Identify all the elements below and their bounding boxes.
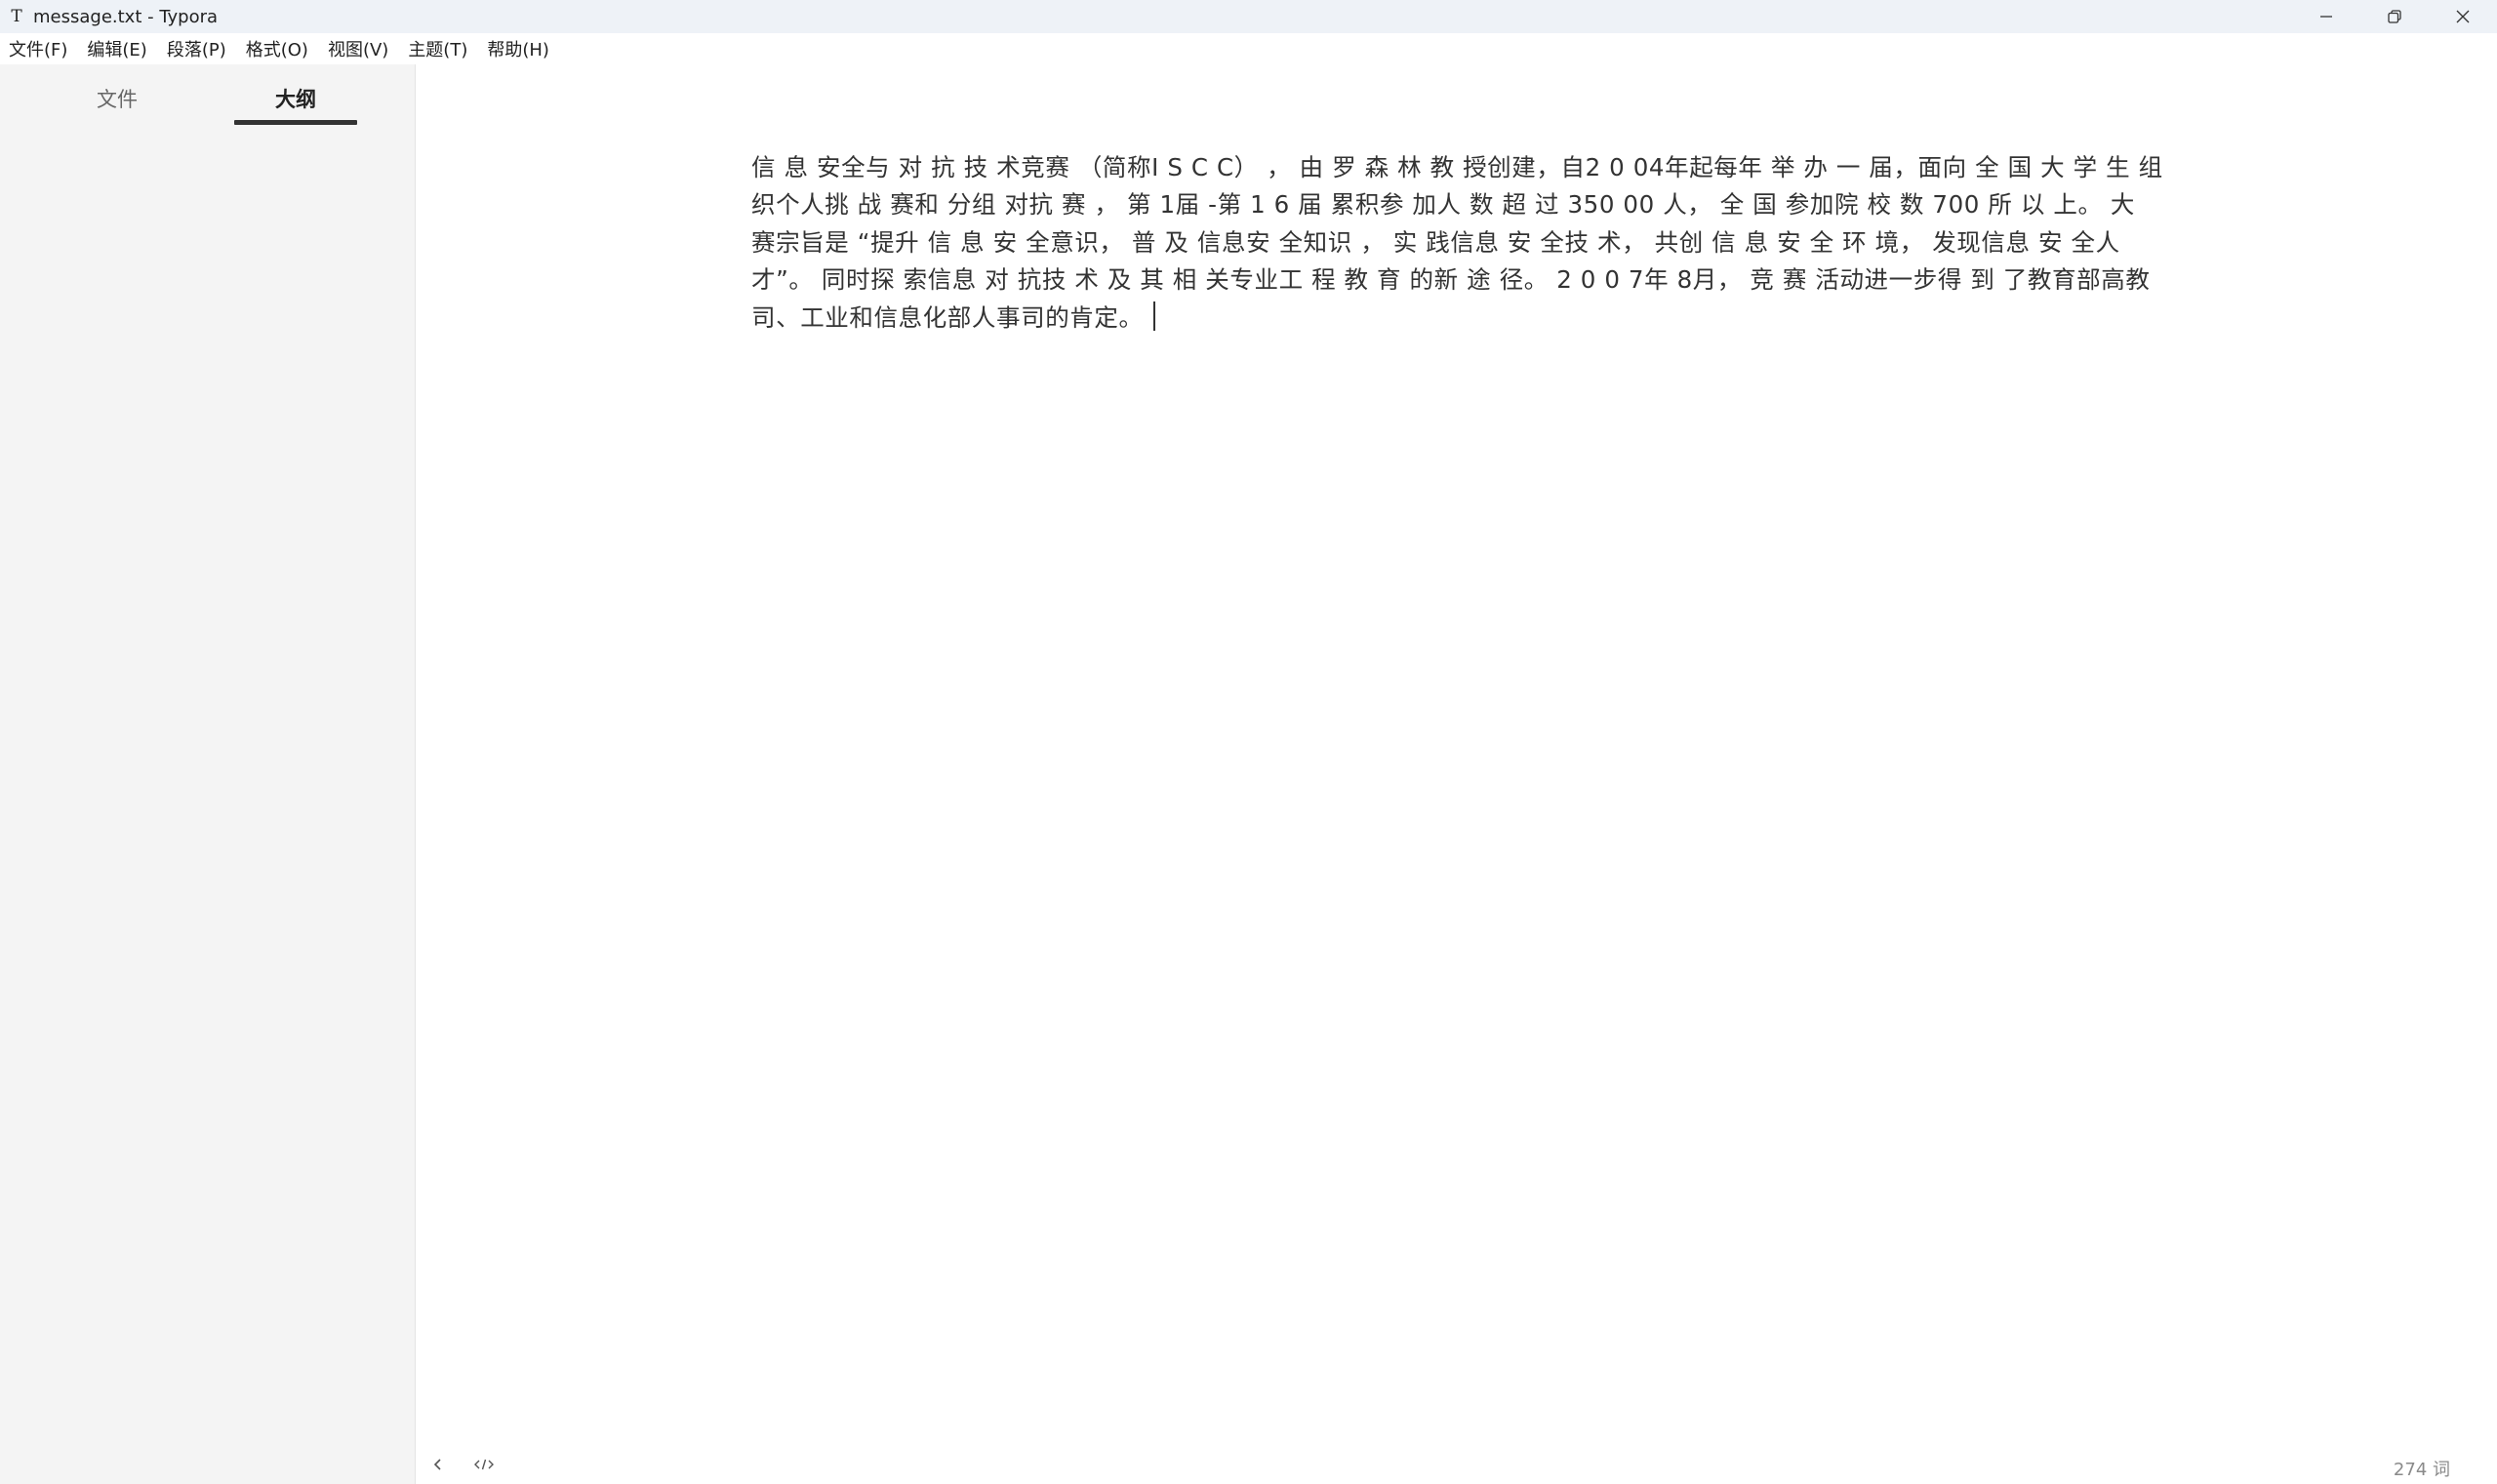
text-cursor [1152,301,1155,331]
close-icon [2456,10,2470,23]
tab-outline[interactable]: 大纲 [234,84,357,125]
menu-help[interactable]: 帮助(H) [477,32,559,65]
sidebar-tabs: 文件 大纲 [0,64,415,133]
minimize-button[interactable] [2292,0,2360,33]
document-paragraph[interactable]: 信 息 安全与 对 抗 技 术竞赛 （简称I S C C） ， 由 罗 森 林 … [751,149,2166,338]
editor-area[interactable]: 信 息 安全与 对 抗 技 术竞赛 （简称I S C C） ， 由 罗 森 林 … [416,64,2497,1430]
paragraph-text: 信 息 安全与 对 抗 技 术竞赛 （简称I S C C） ， 由 罗 森 林 … [751,152,2163,332]
tab-outline-label: 大纲 [275,88,316,111]
typora-window: T message.txt - Typora 文件(F) 编辑(E) 段落(P)… [0,0,2497,1484]
status-bar: 274 词 [416,1444,2497,1484]
minimize-icon [2320,16,2332,18]
restore-icon [2388,10,2401,23]
menu-theme[interactable]: 主题(T) [398,32,477,65]
tab-files[interactable]: 文件 [90,84,144,113]
chevron-left-icon [433,1459,441,1470]
sidebar: 文件 大纲 [0,64,416,1484]
window-title: message.txt - Typora [33,6,219,27]
toggle-sidebar-button[interactable] [427,1454,449,1475]
restore-button[interactable] [2360,0,2429,33]
menu-file[interactable]: 文件(F) [0,32,77,65]
menu-edit[interactable]: 编辑(E) [77,32,156,65]
title-bar[interactable]: T message.txt - Typora [0,0,2497,33]
menu-bar: 文件(F) 编辑(E) 段落(P) 格式(O) 视图(V) 主题(T) 帮助(H… [0,33,2497,64]
active-tab-indicator [234,120,357,125]
menu-paragraph[interactable]: 段落(P) [157,32,236,65]
window-controls [2292,0,2497,33]
menu-format[interactable]: 格式(O) [236,32,318,65]
typora-app-icon: T [11,7,22,26]
word-count[interactable]: 274 词 [2394,1456,2450,1481]
close-button[interactable] [2429,0,2497,33]
tab-files-label: 文件 [97,88,138,111]
code-icon [474,1459,494,1470]
menu-view[interactable]: 视图(V) [318,32,398,65]
source-code-mode-button[interactable] [470,1454,498,1475]
